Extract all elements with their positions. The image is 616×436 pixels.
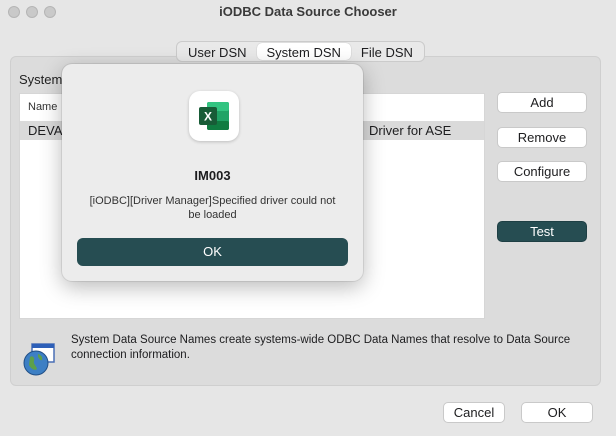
ok-button[interactable]: OK [521, 402, 593, 423]
dialog-ok-button[interactable]: OK [77, 238, 348, 266]
tab-user-dsn[interactable]: User DSN [178, 43, 257, 60]
section-label: System [19, 72, 63, 87]
dialog-title: IM003 [194, 168, 231, 183]
tab-system-dsn[interactable]: System DSN [256, 43, 351, 60]
dsn-driver-cell: Driver for ASE [369, 123, 452, 138]
info-description: System Data Source Names create systems-… [71, 334, 571, 361]
dialog-message: [iODBC][Driver Manager]Specified driver … [89, 195, 336, 221]
error-dialog: X IM003 [iODBC][Driver Manager]Specified… [62, 64, 363, 281]
cancel-button[interactable]: Cancel [443, 402, 505, 423]
dsn-tabs: User DSN System DSN File DSN [176, 41, 425, 62]
window-title: iODBC Data Source Chooser [219, 4, 397, 19]
remove-button[interactable]: Remove [497, 127, 587, 148]
test-button[interactable]: Test [497, 221, 587, 242]
svg-text:X: X [204, 110, 212, 124]
excel-icon: X [189, 91, 239, 141]
add-button[interactable]: Add [497, 92, 587, 113]
dsn-name-cell: DEVA [28, 123, 63, 138]
column-header-name[interactable]: Name [28, 101, 57, 113]
title-bar: iODBC Data Source Chooser [0, 0, 616, 24]
globe-window-icon [22, 343, 56, 377]
tab-file-dsn[interactable]: File DSN [351, 43, 423, 60]
configure-button[interactable]: Configure [497, 161, 587, 182]
